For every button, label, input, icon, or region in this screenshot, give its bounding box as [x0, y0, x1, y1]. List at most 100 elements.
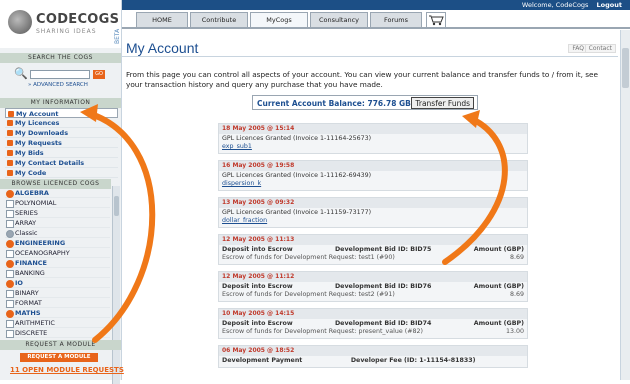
sidebar-item-my-bids[interactable]: My Bids: [5, 148, 118, 158]
cog-item[interactable]: BINARY: [5, 288, 110, 298]
transaction-note: Escrow of funds for Development Request:…: [222, 291, 395, 298]
balance-box: Current Account Balance: 776.78 GBP Tran…: [252, 95, 478, 110]
transaction-item: 16 May 2005 @ 19:58 GPL Licences Granted …: [218, 160, 528, 191]
info-heading: MY INFORMATION: [0, 98, 121, 108]
logo-name[interactable]: CODECOGS: [36, 12, 119, 27]
transaction-title: Deposit into Escrow: [222, 320, 293, 327]
tab-divider: [122, 27, 630, 29]
tab-home[interactable]: HOME: [136, 12, 188, 28]
transaction-link[interactable]: dispersion_k: [222, 180, 524, 188]
cog-item[interactable]: FINANCE: [5, 258, 110, 268]
transaction-link[interactable]: dollar_fraction: [222, 217, 524, 225]
sidebar-item-my-licences[interactable]: My Licences: [5, 118, 118, 128]
sidebar-scroll-thumb[interactable]: [114, 196, 119, 216]
transaction-note-row: Escrow of funds for Development Request:…: [222, 291, 524, 299]
main-content: My Account FAQ Contact From this page yo…: [122, 30, 618, 380]
beta-label: BETA: [114, 28, 121, 44]
cog-item[interactable]: ALGEBRA: [5, 188, 110, 198]
advanced-search-link[interactable]: » ADVANCED SEARCH: [28, 82, 88, 88]
transaction-date: 12 May 2005 @ 11:13: [219, 235, 527, 245]
transaction-item: 13 May 2005 @ 09:32 GPL Licences Granted …: [218, 197, 528, 228]
contact-link[interactable]: Contact: [584, 44, 616, 53]
transaction-title: Deposit into Escrow: [222, 246, 293, 253]
transaction-title: Deposit into Escrow: [222, 283, 293, 290]
sidebar-item-my-account[interactable]: My Account: [5, 108, 118, 118]
transaction-amount: 8.69: [509, 291, 524, 298]
transaction-list: 18 May 2005 @ 15:14 GPL Licences Granted …: [218, 123, 528, 374]
intro-text: From this page you can control all aspec…: [126, 70, 599, 89]
sidebar-scrollbar[interactable]: [112, 186, 120, 384]
transaction-link[interactable]: exp_sub1: [222, 143, 524, 151]
sidebar: SEARCH THE COGS 🔍 GO » ADVANCED SEARCH M…: [0, 48, 122, 384]
transaction-date: 13 May 2005 @ 09:32: [219, 198, 527, 208]
transaction-row: Deposit into Escrow Development Bid ID: B…: [222, 283, 524, 291]
cog-item[interactable]: SERIES: [5, 208, 110, 218]
transaction-date: 18 May 2005 @ 15:14: [219, 124, 527, 134]
cog-item[interactable]: ARITHMETIC: [5, 318, 110, 328]
transaction-body: Deposit into Escrow Development Bid ID: B…: [219, 282, 527, 301]
transaction-item: 12 May 2005 @ 11:13 Deposit into Escrow De…: [218, 234, 528, 265]
transaction-amount: 8.69: [509, 254, 524, 261]
cog-item[interactable]: FORMAT: [5, 298, 110, 308]
sidebar-item-my-downloads[interactable]: My Downloads: [5, 128, 118, 138]
transaction-note: Escrow of funds for Development Request:…: [222, 328, 423, 335]
go-button[interactable]: GO: [93, 70, 105, 79]
sidebar-item-my-contact-details[interactable]: My Contact Details: [5, 158, 118, 168]
transaction-body: GPL Licences Granted (Invoice 1-11164-25…: [219, 134, 527, 153]
sidebar-item-my-requests[interactable]: My Requests: [5, 138, 118, 148]
transaction-amount: 13.00: [505, 328, 524, 335]
cog-item[interactable]: IO: [5, 278, 110, 288]
transaction-title: GPL Licences Granted (Invoice 1-11159-73…: [222, 209, 372, 216]
amount-label: Amount (GBP): [473, 246, 524, 253]
transaction-date: 06 May 2005 @ 18:52: [219, 346, 527, 356]
page-scroll-thumb[interactable]: [622, 48, 629, 88]
tab-consultancy[interactable]: Consultancy: [310, 12, 368, 28]
transaction-row: Development Payment Developer Fee (ID: 1-…: [222, 357, 524, 365]
tab-mycogs[interactable]: MyCogs: [250, 12, 308, 28]
transaction-item: 18 May 2005 @ 15:14 GPL Licences Granted …: [218, 123, 528, 154]
cog-item[interactable]: ARRAY: [5, 218, 110, 228]
shopping-cart-icon[interactable]: [426, 12, 446, 28]
balance-label: Current Account Balance: 776.78 GBP: [257, 99, 417, 108]
tab-contribute[interactable]: Contribute: [190, 12, 248, 28]
request-module-button[interactable]: REQUEST A MODULE: [20, 353, 98, 362]
transaction-title: GPL Licences Granted (Invoice 1-11162-69…: [222, 172, 372, 179]
transaction-item: 06 May 2005 @ 18:52 Development Payment De…: [218, 345, 528, 368]
transaction-date: 16 May 2005 @ 19:58: [219, 161, 527, 171]
transaction-row: Deposit into Escrow Development Bid ID: B…: [222, 246, 524, 254]
transaction-body: Deposit into Escrow Development Bid ID: B…: [219, 245, 527, 264]
transaction-item: 10 May 2005 @ 14:15 Deposit into Escrow De…: [218, 308, 528, 339]
page-scrollbar[interactable]: [620, 30, 630, 380]
logo-icon: [8, 10, 32, 34]
cog-item[interactable]: MATHS: [5, 308, 110, 318]
transaction-date: 10 May 2005 @ 14:15: [219, 309, 527, 319]
transaction-body: GPL Licences Granted (Invoice 1-11159-73…: [219, 208, 527, 227]
cog-item[interactable]: OCEANOGRAPHY: [5, 248, 110, 258]
amount-label: Amount (GBP): [473, 283, 524, 290]
cog-item[interactable]: Classic: [5, 228, 110, 238]
transaction-title: Development Payment: [222, 357, 303, 364]
transaction-note-row: Escrow of funds for Development Request:…: [222, 254, 524, 262]
search-input[interactable]: [30, 70, 90, 79]
cog-item[interactable]: BANKING: [5, 268, 110, 278]
transfer-funds-button[interactable]: Transfer Funds: [411, 97, 474, 109]
amount-label: Amount (GBP): [473, 320, 524, 327]
sidebar-item-my-code[interactable]: My Code: [5, 168, 118, 178]
cog-item[interactable]: ENGINEERING: [5, 238, 110, 248]
transaction-bid: Developer Fee (ID: 1-11154-81833): [350, 357, 476, 364]
transaction-bid: Development Bid ID: BID76: [334, 283, 432, 290]
title-divider: [122, 56, 618, 57]
logo-tagline: SHARING IDEAS: [36, 28, 97, 35]
transaction-body: Development Payment Developer Fee (ID: 1-…: [219, 356, 527, 367]
transaction-date: 12 May 2005 @ 11:12: [219, 272, 527, 282]
page-title: My Account: [126, 40, 199, 56]
logout-link[interactable]: Logout: [597, 1, 622, 9]
transaction-body: GPL Licences Granted (Invoice 1-11162-69…: [219, 171, 527, 190]
cog-item[interactable]: POLYNOMIAL: [5, 198, 110, 208]
tab-forums[interactable]: Forums: [370, 12, 422, 28]
open-requests-link[interactable]: 11 OPEN MODULE REQUESTS: [10, 366, 124, 374]
cog-item[interactable]: DISCRETE: [5, 328, 110, 338]
transaction-note: Escrow of funds for Development Request:…: [222, 254, 395, 261]
transaction-title: GPL Licences Granted (Invoice 1-11164-25…: [222, 135, 372, 142]
transaction-bid: Development Bid ID: BID75: [334, 246, 432, 253]
